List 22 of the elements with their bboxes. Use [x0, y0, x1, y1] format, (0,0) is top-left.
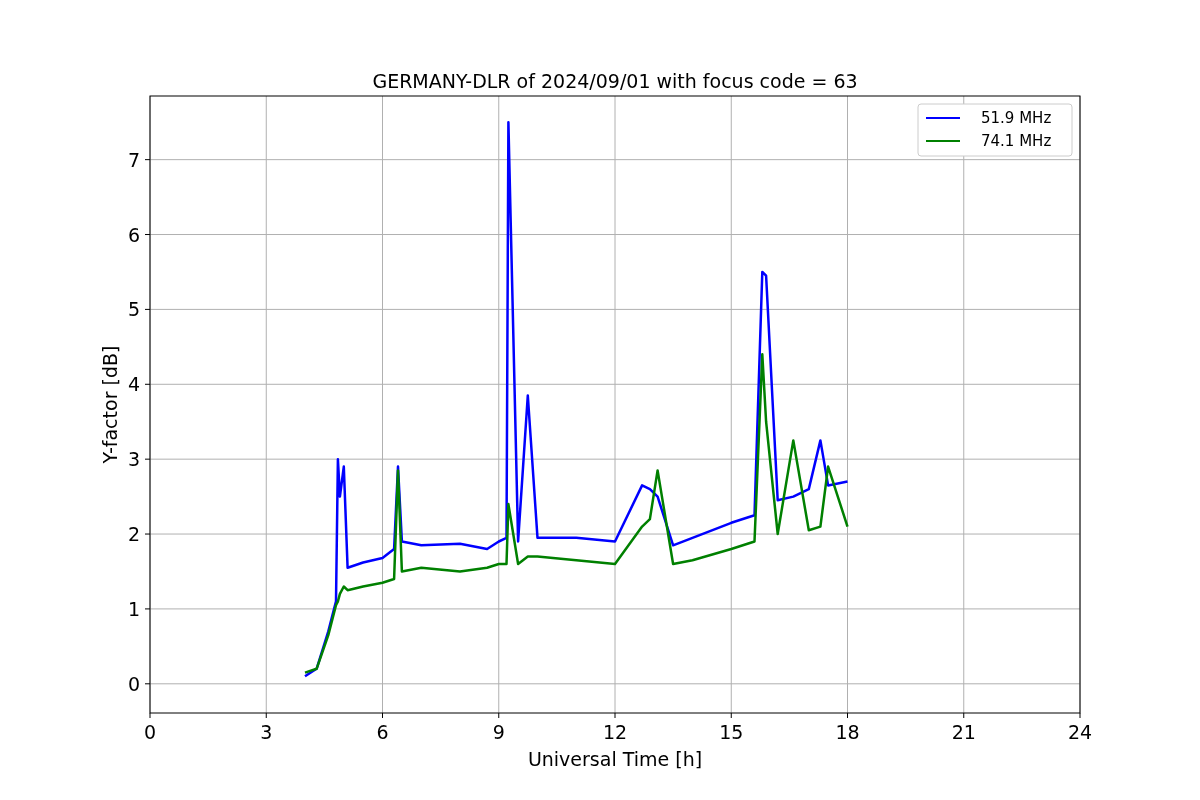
- x-tick-label: 18: [835, 721, 860, 743]
- y-tick-label: 2: [127, 523, 140, 546]
- x-axis-label: Universal Time [h]: [527, 748, 703, 770]
- x-tick-label: 6: [376, 721, 389, 743]
- x-tick-label: 24: [1067, 721, 1093, 743]
- legend-label: 74.1 MHz: [981, 132, 1052, 150]
- y-tick-label: 7: [127, 148, 140, 171]
- y-tick-label: 3: [127, 448, 140, 471]
- x-tick-label: 12: [602, 721, 628, 743]
- legend-label: 51.9 MHz: [981, 109, 1052, 127]
- y-tick-label: 6: [127, 223, 140, 246]
- y-tick-label: 0: [127, 672, 140, 695]
- x-tick-label: 3: [260, 721, 273, 743]
- y-axis-label: Y-factor [dB]: [99, 345, 121, 464]
- y-tick-label: 4: [127, 373, 140, 396]
- y-tick-label: 1: [127, 597, 140, 620]
- x-tick-label: 21: [951, 721, 976, 743]
- y-tick-label: 5: [127, 298, 140, 321]
- x-tick-label: 0: [143, 721, 157, 743]
- x-tick-label: 15: [719, 721, 744, 743]
- x-tick-label: 9: [492, 721, 505, 743]
- chart-title: GERMANY-DLR of 2024/09/01 with focus code = 63: [372, 70, 858, 92]
